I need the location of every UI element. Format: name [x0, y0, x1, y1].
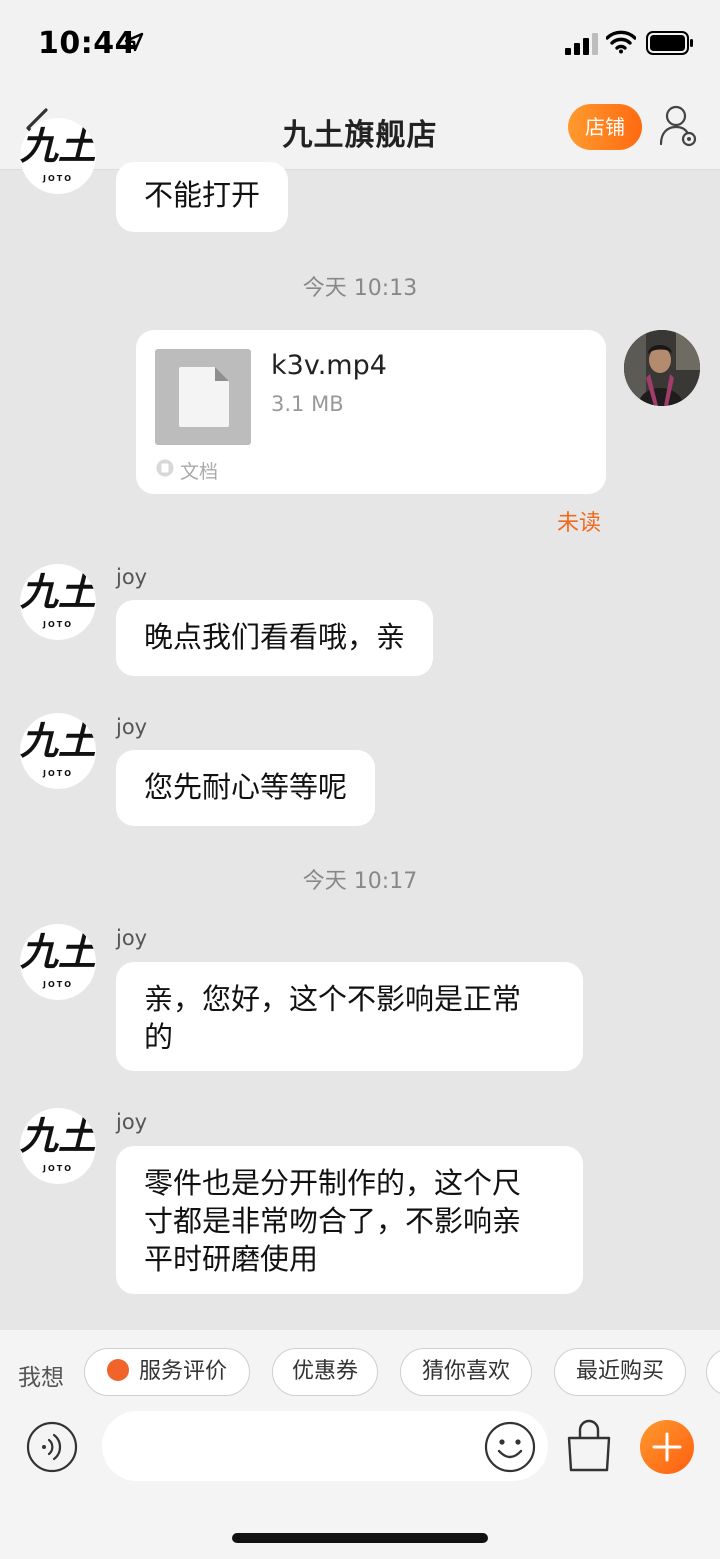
shop-logo: 九土: [20, 929, 96, 974]
file-thumbnail: [155, 349, 251, 445]
bottom-panel: 我想 服务评价 优惠券 猜你喜欢 最近购买: [0, 1330, 720, 1559]
message-bubble[interactable]: 亲，您好，这个不影响是正常 的: [116, 962, 583, 1071]
chip-coupon[interactable]: 优惠券: [272, 1348, 378, 1396]
shop-button[interactable]: 店铺: [568, 104, 642, 150]
nav-bar: 九土旗舰店 店铺: [0, 88, 720, 170]
shop-logo-text: JOTO: [42, 174, 74, 183]
timestamp: 今天 10:13: [302, 276, 418, 301]
emoji-icon[interactable]: [484, 1421, 536, 1473]
shop-logo: 九土: [20, 123, 96, 168]
message-text: 不能打开: [144, 178, 261, 212]
voice-icon[interactable]: [26, 1421, 78, 1473]
shopping-bag-icon[interactable]: [565, 1418, 613, 1474]
more-actions-button[interactable]: [640, 1420, 694, 1474]
file-size: 3.1 MB: [271, 392, 344, 416]
shop-logo-text: JOTO: [42, 620, 74, 629]
message-text-line: 零件也是分开制作的，这个尺: [144, 1166, 522, 1200]
shop-logo: 九土: [20, 1113, 96, 1158]
message-input[interactable]: [102, 1411, 548, 1481]
file-name: k3v.mp4: [271, 350, 387, 381]
shop-avatar[interactable]: 九土 JOTO: [20, 713, 96, 789]
shop-logo-text: JOTO: [42, 1164, 74, 1173]
chip-more[interactable]: [706, 1348, 720, 1396]
message-bubble[interactable]: 您先耐心等等呢: [116, 750, 376, 826]
file-type-label: 文档: [180, 461, 219, 483]
shop-avatar[interactable]: 九土 JOTO: [20, 924, 96, 1000]
shop-avatar[interactable]: 九土 JOTO: [20, 564, 96, 640]
sender-name: joy: [116, 926, 148, 950]
message-text: 晚点我们看看哦，亲: [144, 620, 406, 654]
message-text-line: 亲，您好，这个不影响是正常: [144, 982, 522, 1016]
read-status: 未读: [557, 511, 602, 536]
chip-label: 最近购买: [575, 1359, 664, 1384]
message-bubble[interactable]: 零件也是分开制作的，这个尺 寸都是非常吻合了，不影响亲 平时研磨使用: [116, 1146, 583, 1294]
chip-recent-purchase[interactable]: 最近购买: [554, 1348, 686, 1396]
user-settings-icon[interactable]: [658, 102, 698, 152]
status-bar: 10:44: [0, 0, 720, 88]
chip-service-review[interactable]: 服务评价: [84, 1348, 250, 1396]
message-text-line: 寸都是非常吻合了，不影响亲: [144, 1204, 522, 1238]
shop-avatar[interactable]: 九土 JOTO: [20, 1108, 96, 1184]
sender-name: joy: [116, 715, 148, 739]
shop-logo-text: JOTO: [42, 980, 74, 989]
chip-label: 猜你喜欢: [421, 1359, 510, 1384]
file-message-card[interactable]: k3v.mp4 3.1 MB 文档: [136, 330, 606, 494]
document-icon: [179, 367, 229, 427]
message-bubble[interactable]: 晚点我们看看哦，亲: [116, 600, 434, 676]
battery-icon: [646, 31, 693, 55]
shop-logo: 九土: [20, 569, 96, 614]
chip-guess-you-like[interactable]: 猜你喜欢: [400, 1348, 532, 1396]
shop-logo-text: JOTO: [42, 769, 74, 778]
shop-logo: 九土: [20, 718, 96, 763]
message-text: 您先耐心等等呢: [144, 770, 348, 804]
document-small-icon: [156, 459, 174, 477]
chip-label: 服务评价: [138, 1359, 227, 1384]
wifi-icon: [606, 30, 636, 54]
plus-icon: [652, 1432, 682, 1462]
message-text-line: 平时研磨使用: [144, 1242, 319, 1276]
home-indicator: [232, 1533, 488, 1543]
location-arrow-icon: [124, 32, 144, 52]
my-avatar[interactable]: [624, 330, 700, 406]
quick-reply-label: 我想: [18, 1365, 64, 1391]
service-review-icon: [106, 1359, 129, 1381]
message-bubble[interactable]: 不能打开: [116, 162, 289, 232]
chip-label: 优惠券: [291, 1359, 358, 1384]
sender-name: joy: [116, 565, 148, 589]
message-text-line: 的: [144, 1020, 174, 1054]
status-time: 10:44: [38, 26, 136, 61]
cellular-signal-icon: [565, 33, 598, 55]
user-photo: [624, 330, 700, 406]
shop-avatar[interactable]: 九土 JOTO: [20, 118, 96, 194]
timestamp: 今天 10:17: [302, 869, 418, 894]
sender-name: joy: [116, 1110, 148, 1134]
